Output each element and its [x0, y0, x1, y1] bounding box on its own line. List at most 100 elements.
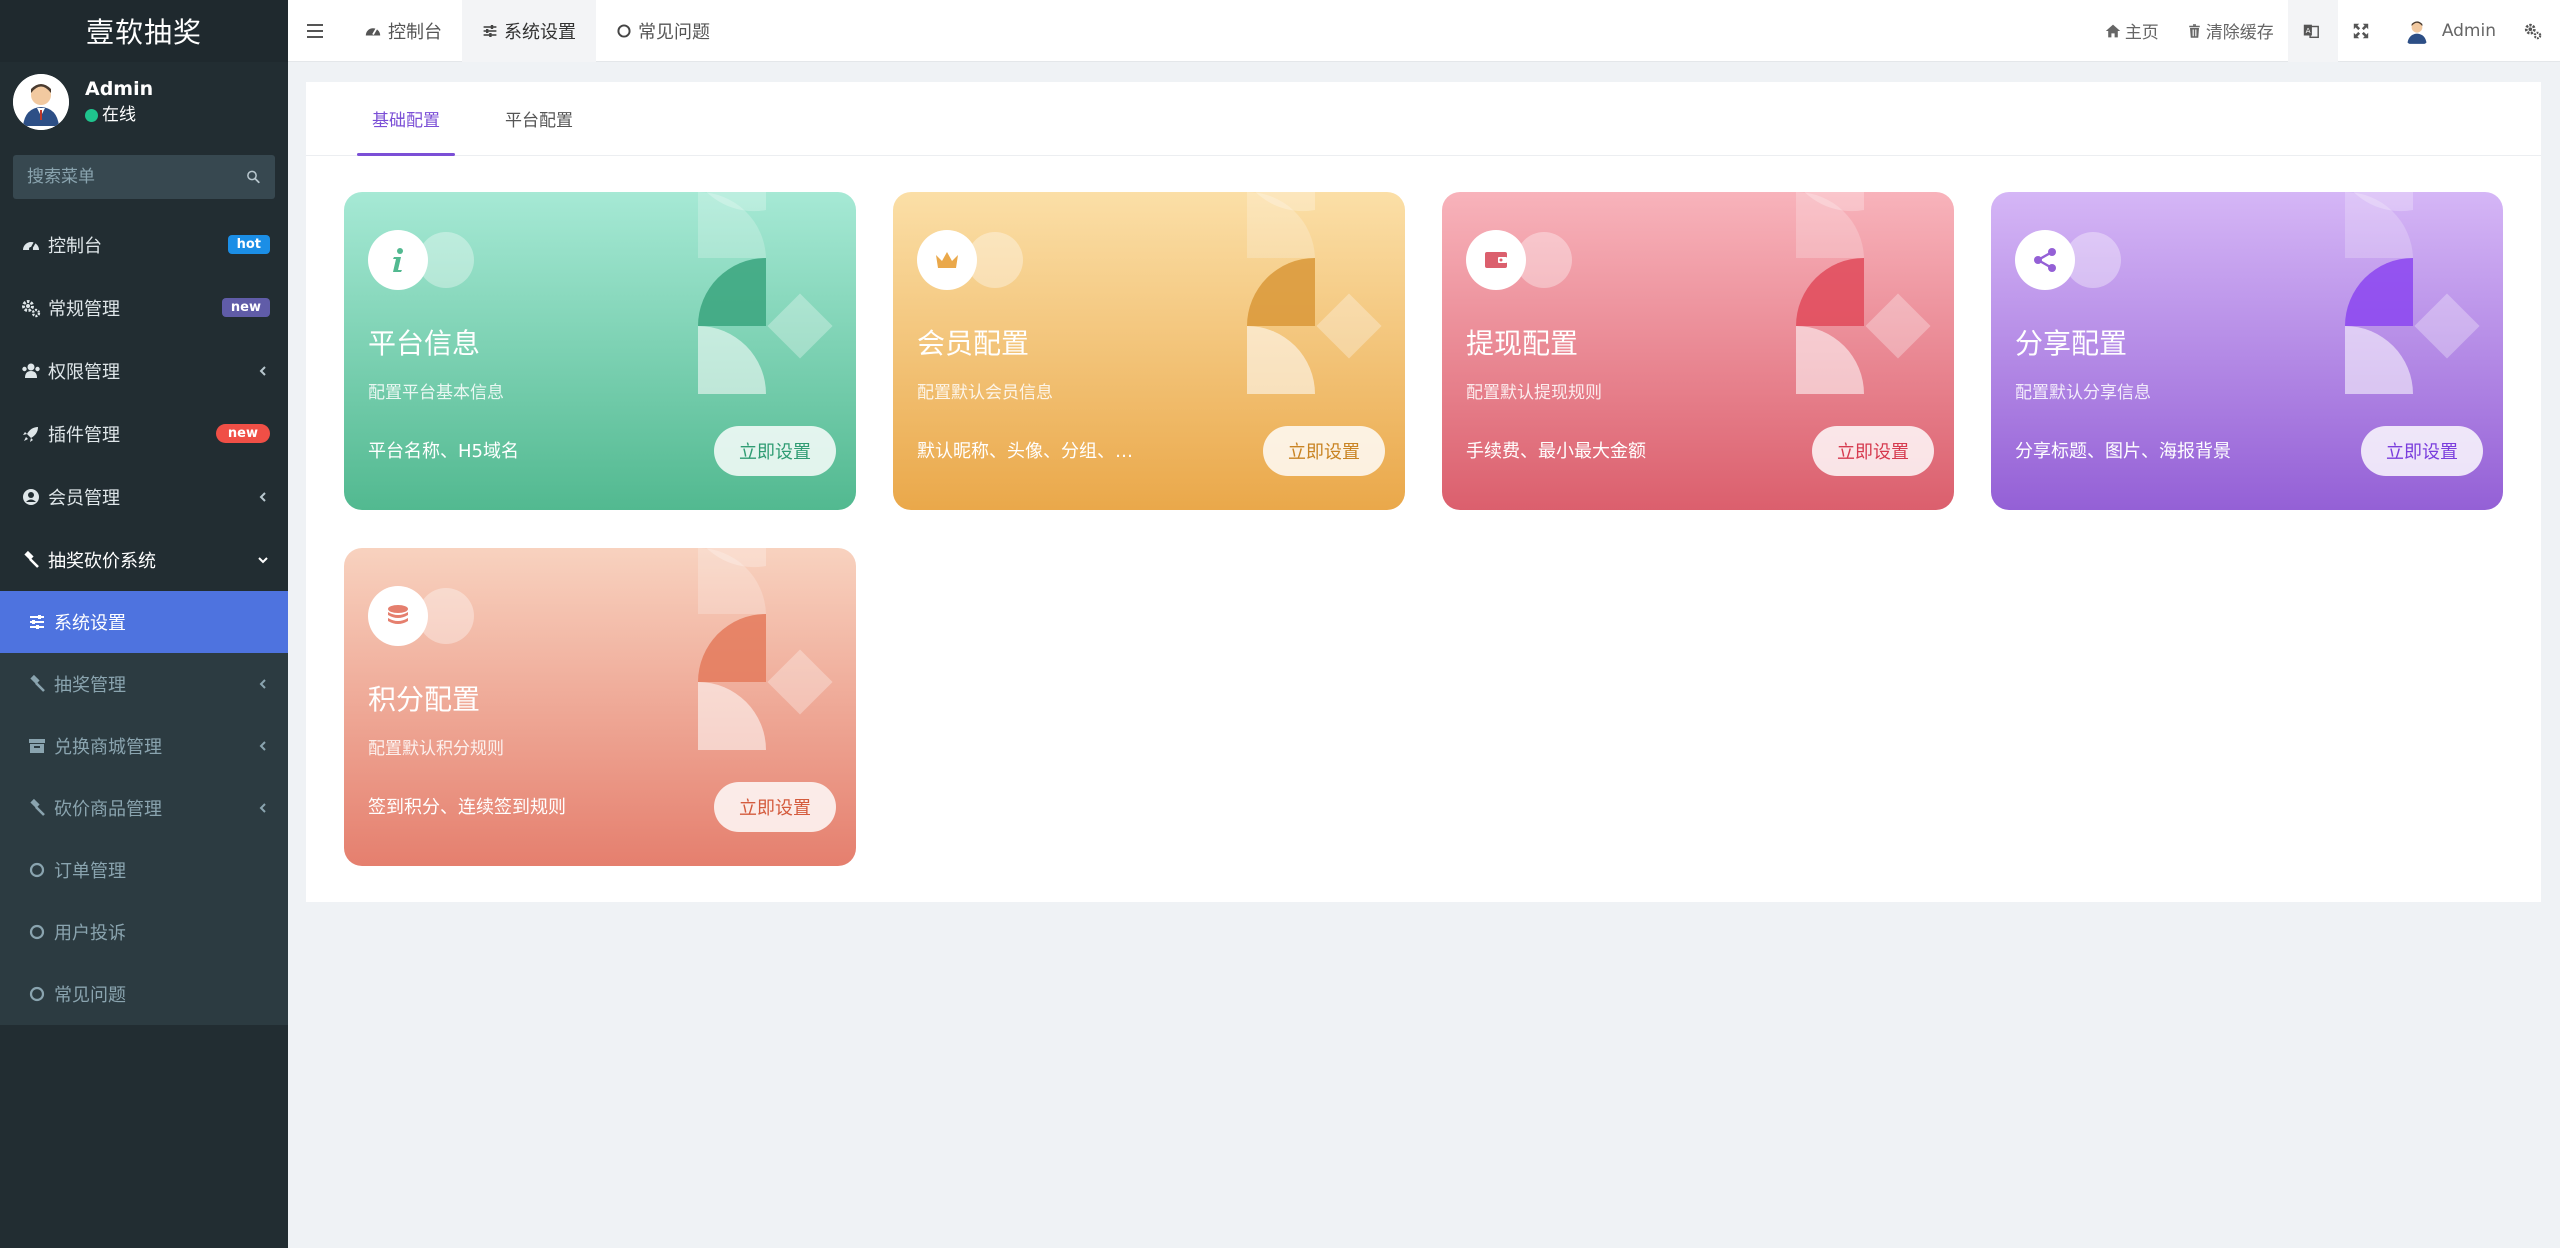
card-title: 积分配置 [368, 683, 481, 716]
chevron-left-icon [259, 741, 266, 751]
sidebar-item-label: 订单管理 [54, 861, 126, 882]
user-status-label: 在线 [102, 105, 136, 125]
dashboard-icon [365, 27, 381, 35]
config-card-platform-info: 平台信息 配置平台基本信息 平台名称、H5域名 立即设置 [344, 192, 856, 510]
wallet-icon [1466, 230, 1526, 290]
cogs-icon [2524, 23, 2542, 39]
chevron-left-icon [259, 365, 266, 376]
language-button[interactable]: A [2287, 0, 2338, 62]
user-name: Admin [85, 78, 154, 100]
info-icon [368, 230, 428, 290]
tab-basic-config[interactable]: 基础配置 [357, 81, 455, 156]
user-avatar [13, 74, 69, 130]
card-description: 分享标题、图片、海报背景 [2015, 441, 2231, 462]
setup-now-button[interactable]: 立即设置 [714, 782, 836, 832]
search-icon[interactable] [246, 168, 261, 186]
sidebar-item-label: 控制台 [48, 235, 102, 257]
circle-icon [29, 924, 45, 940]
user-status: 在线 [85, 102, 153, 128]
new-badge: new [215, 424, 270, 443]
sidebar-item-members[interactable]: 会员管理 [0, 465, 288, 528]
svg-text:A: A [2305, 25, 2310, 34]
admin-menu[interactable]: Admin [2388, 0, 2510, 62]
tab-label: 控制台 [388, 21, 442, 43]
admin-avatar [2401, 15, 2432, 46]
sidebar-item-orders[interactable]: 订单管理 [0, 839, 288, 901]
home-icon [2105, 24, 2121, 37]
trash-icon [2189, 23, 2200, 38]
sidebar-item-faq[interactable]: 常见问题 [0, 963, 288, 1025]
sidebar-item-label: 砍价商品管理 [54, 799, 162, 820]
user-panel: Admin 在线 [0, 62, 288, 142]
cogs-icon [22, 299, 41, 317]
sidebar-item-label: 兑换商城管理 [54, 737, 162, 758]
archive-icon [29, 739, 45, 753]
setup-now-button[interactable]: 立即设置 [714, 426, 836, 476]
config-card-withdraw-config: 提现配置 配置默认提现规则 手续费、最小最大金额 立即设置 [1442, 192, 1954, 510]
tab-platform-config[interactable]: 平台配置 [490, 81, 588, 155]
sidebar-item-exchange-mall[interactable]: 兑换商城管理 [0, 715, 288, 777]
online-dot-icon [85, 108, 98, 122]
clear-cache-button[interactable]: 清除缓存 [2173, 0, 2288, 62]
sidebar-search [13, 155, 275, 199]
sidebar-item-label: 系统设置 [54, 613, 126, 634]
tab-system-settings[interactable]: 系统设置 [462, 0, 596, 62]
gavel-icon [30, 674, 45, 692]
home-link[interactable]: 主页 [2091, 0, 2173, 62]
card-title: 提现配置 [1466, 327, 1579, 360]
card-icon-wrap [1466, 230, 1576, 290]
user-circle-icon [23, 488, 39, 505]
sidebar-item-complaints[interactable]: 用户投诉 [0, 901, 288, 963]
clear-cache-label: 清除缓存 [2205, 23, 2274, 43]
tab-dashboard[interactable]: 控制台 [344, 0, 462, 62]
settings-button[interactable] [2510, 0, 2560, 62]
chevron-left-icon [259, 803, 266, 813]
card-subtitle: 配置默认积分规则 [368, 739, 504, 759]
hot-badge: hot [227, 235, 270, 254]
settings-panel: 基础配置 平台配置 平台信息 配置平台基本信息 平台名称、H5域名 立即设置 会员配置配… [306, 82, 2541, 902]
sidebar-item-dashboard[interactable]: 控制台 hot [0, 213, 288, 276]
gavel-icon [30, 798, 45, 816]
circle-icon [29, 986, 45, 1002]
chevron-down-icon [258, 556, 268, 563]
sidebar-item-label: 抽奖砍价系统 [48, 550, 156, 572]
circle-icon [617, 23, 631, 38]
topbar: 控制台 系统设置 常见问题 主页 清除缓存 A Admin [288, 0, 2560, 62]
crown-icon [917, 230, 977, 290]
card-subtitle: 配置默认提现规则 [1466, 383, 1602, 403]
card-title: 平台信息 [368, 327, 481, 360]
app-logo[interactable]: 壹软抽奖 [0, 0, 288, 62]
sidebar-item-label: 权限管理 [48, 361, 120, 383]
sidebar-item-permissions[interactable]: 权限管理 [0, 339, 288, 402]
tab-label: 系统设置 [504, 21, 576, 43]
new-badge: new [221, 298, 270, 317]
panel-tabs: 基础配置 平台配置 [306, 82, 2541, 156]
card-title: 会员配置 [917, 327, 1030, 360]
sidebar-toggle-button[interactable] [288, 0, 344, 62]
card-icon-wrap [2015, 230, 2125, 290]
sidebar-item-lottery-system[interactable]: 抽奖砍价系统 [0, 528, 288, 591]
config-card-member-config: 会员配置 配置默认会员信息 默认昵称、头像、分组、… 立即设置 [893, 192, 1405, 510]
sidebar-item-general[interactable]: 常规管理 new [0, 276, 288, 339]
setup-now-button[interactable]: 立即设置 [1812, 426, 1934, 476]
admin-label: Admin [2441, 20, 2496, 41]
sidebar-item-bargain-products[interactable]: 砍价商品管理 [0, 777, 288, 839]
users-icon [22, 363, 40, 378]
fullscreen-button[interactable] [2338, 0, 2388, 62]
tab-faq[interactable]: 常见问题 [596, 0, 730, 62]
card-icon-wrap [368, 586, 478, 646]
circle-icon [29, 862, 45, 878]
sidebar-item-lottery-management[interactable]: 抽奖管理 [0, 653, 288, 715]
chevron-left-icon [259, 491, 266, 502]
sidebar-item-label: 抽奖管理 [54, 675, 126, 696]
setup-now-button[interactable]: 立即设置 [1263, 426, 1385, 476]
home-label: 主页 [2124, 23, 2159, 43]
sidebar-search-input[interactable] [27, 167, 246, 187]
sidebar-item-system-settings[interactable]: 系统设置 [0, 591, 288, 653]
sidebar-item-label: 会员管理 [48, 487, 120, 509]
sliders-icon [30, 615, 44, 629]
sidebar: 壹软抽奖 Admin 在线 搜索菜单 控制台 hot 常规管理 new 权限管理… [0, 0, 288, 1248]
sidebar-item-plugins[interactable]: 插件管理 new [0, 402, 288, 465]
setup-now-button[interactable]: 立即设置 [2361, 426, 2483, 476]
config-card-share-config: 分享配置 配置默认分享信息 分享标题、图片、海报背景 立即设置 [1991, 192, 2503, 510]
